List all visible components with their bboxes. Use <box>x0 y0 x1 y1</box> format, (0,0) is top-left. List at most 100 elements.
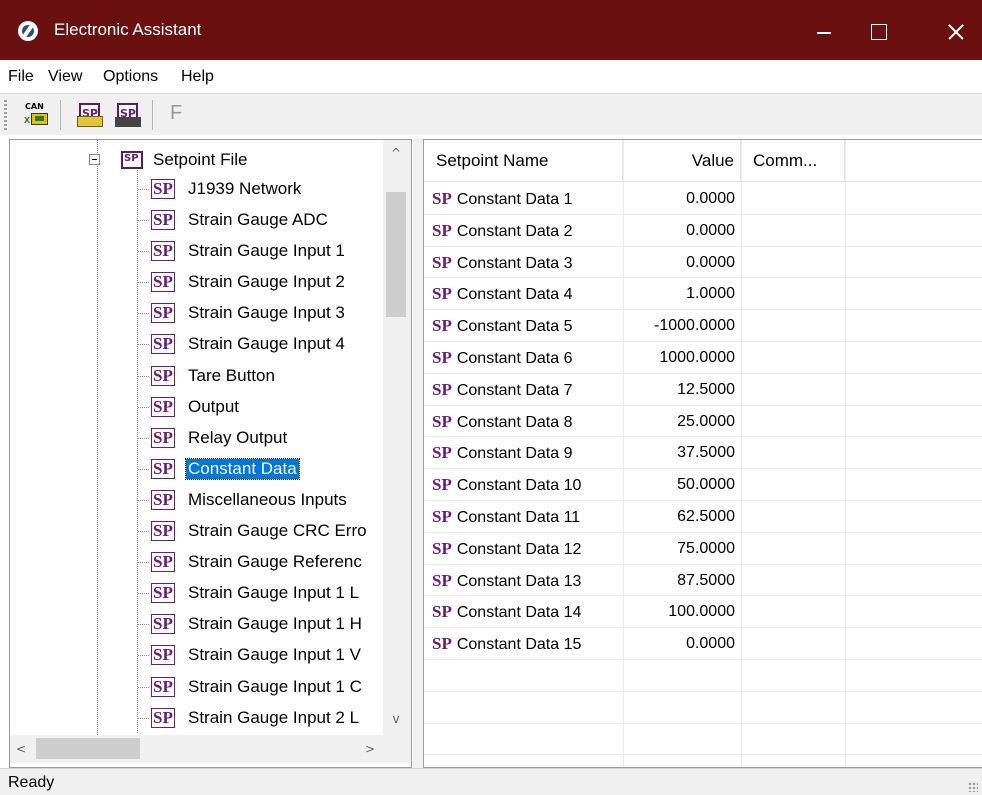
collapse-toggle-icon[interactable] <box>89 154 100 165</box>
table-row[interactable]: SP Constant Data 9 37.5000 <box>424 437 982 470</box>
setpoint-icon: SP <box>432 506 452 526</box>
menu-view[interactable]: View <box>48 68 82 86</box>
tree-item[interactable]: SP Strain Gauge Input 3 <box>138 299 398 330</box>
tree-item-label: Strain Gauge Input 4 <box>188 334 345 354</box>
table-row[interactable]: SP Constant Data 12 75.0000 <box>424 533 982 565</box>
column-header-setpoint-name[interactable]: Setpoint Name <box>424 140 623 182</box>
setpoint-value-cell: 62.5000 <box>677 507 735 525</box>
setpoint-icon: SP <box>151 396 175 417</box>
column-header-value[interactable]: Value <box>623 140 741 182</box>
setpoint-icon: SP <box>432 443 452 463</box>
setpoint-name: Constant Data 1 <box>456 191 573 208</box>
setpoint-icon: SP <box>432 379 452 399</box>
toolbar-grip[interactable] <box>4 100 7 130</box>
tree-item[interactable]: SP Output <box>138 393 398 424</box>
empty-row <box>424 724 982 756</box>
pane-splitter[interactable] <box>413 139 423 768</box>
flash-button[interactable]: F <box>170 102 198 130</box>
scrollbar-corner <box>383 735 411 763</box>
tree-horizontal-scroll-thumb[interactable] <box>36 738 140 759</box>
scroll-down-arrow-icon[interactable]: v <box>389 712 403 726</box>
scroll-left-arrow-icon[interactable]: < <box>14 741 28 757</box>
tree-item[interactable]: SP Relay Output <box>138 424 398 455</box>
setpoint-name-cell: SP Constant Data 12 <box>432 533 622 564</box>
table-row[interactable]: SP Constant Data 5 -1000.0000 <box>424 310 982 342</box>
menu-bar: File View Options Help <box>0 60 982 93</box>
status-bar: Ready <box>0 768 982 795</box>
menu-options[interactable]: Options <box>103 68 158 86</box>
minimize-button[interactable] <box>795 0 851 60</box>
open-setpoint-button[interactable]: SP <box>77 101 103 127</box>
save-setpoint-button[interactable]: SP <box>115 101 141 127</box>
tree-item[interactable]: SP Strain Gauge ADC <box>138 206 398 237</box>
setpoint-icon: SP <box>432 475 452 495</box>
table-row[interactable]: SP Constant Data 7 12.5000 <box>424 374 982 406</box>
scroll-right-arrow-icon[interactable]: > <box>363 741 377 757</box>
tree-item-label: Output <box>188 396 240 416</box>
open-folder-icon <box>77 116 103 127</box>
maximize-button[interactable] <box>850 0 906 60</box>
tree-item-label: Strain Gauge Input 1 V <box>188 645 361 665</box>
tree-item-label: Strain Gauge Input 1 H <box>188 614 362 634</box>
setpoint-icon: SP <box>432 316 452 336</box>
table-row[interactable]: SP Constant Data 10 50.0000 <box>424 469 982 501</box>
tree-item[interactable]: SP Strain Gauge Input 1 V <box>138 641 398 672</box>
tree-item[interactable]: SP Strain Gauge Input 1 L <box>138 579 398 610</box>
setpoint-value-cell: 50.0000 <box>677 476 735 494</box>
close-button[interactable] <box>926 0 982 60</box>
column-header-comment[interactable]: Comm... <box>741 140 845 182</box>
setpoint-value-cell: 0.0000 <box>686 221 735 239</box>
can-connect-button[interactable]: CAN x <box>22 101 50 129</box>
table-row[interactable]: SP Constant Data 8 25.0000 <box>424 406 982 438</box>
tree-item[interactable]: SP Strain Gauge Input 1 H <box>138 610 398 641</box>
tree-item[interactable]: SP Strain Gauge Input 1 <box>138 237 398 268</box>
table-row[interactable]: SP Constant Data 13 87.5000 <box>424 565 982 597</box>
tree-item[interactable]: SP Strain Gauge Input 2 <box>138 268 398 299</box>
menu-file[interactable]: File <box>8 68 34 86</box>
table-row[interactable]: SP Constant Data 14 100.0000 <box>424 596 982 629</box>
table-row[interactable]: SP Constant Data 2 0.0000 <box>424 215 982 247</box>
menu-help[interactable]: Help <box>181 68 214 86</box>
table-row[interactable]: SP Constant Data 15 0.0000 <box>424 628 982 660</box>
setpoint-icon: SP <box>151 583 175 604</box>
tree-item[interactable]: SP Strain Gauge Input 4 <box>138 330 398 361</box>
resize-grip-icon[interactable] <box>968 782 978 792</box>
tree-item[interactable]: SP Strain Gauge Input 1 C <box>138 673 398 704</box>
can-icon-mark: x <box>24 114 31 126</box>
table-row[interactable]: SP Constant Data 4 1.0000 <box>424 278 982 311</box>
tree-item[interactable]: SP Constant Data <box>138 455 398 486</box>
tree-item-list: SP J1939 Network SP Strain Gauge ADC SP Strai… <box>138 175 398 735</box>
tree-item-label: Strain Gauge Input 1 <box>188 241 345 261</box>
tree-item[interactable]: SP Strain Gauge Input 2 L <box>138 704 398 735</box>
setpoint-tree[interactable]: SP Setpoint File SP J1939 Network SP Strain… <box>9 139 412 768</box>
app-icon[interactable] <box>18 21 38 41</box>
tree-vertical-scroll-thumb[interactable] <box>386 192 406 317</box>
tree-item[interactable]: SP Tare Button <box>138 362 398 393</box>
setpoint-icon: SP <box>432 189 452 208</box>
setpoint-name: Constant Data 15 <box>456 636 582 654</box>
setpoint-icon: SP <box>151 303 175 324</box>
setpoint-list[interactable]: Setpoint Name Value Comm... SP Constant D… <box>423 139 982 768</box>
table-row[interactable]: SP Constant Data 3 0.0000 <box>424 247 982 279</box>
tree-item-label: Strain Gauge Input 2 <box>188 272 345 292</box>
setpoint-file-icon: SP <box>121 151 143 169</box>
setpoint-icon: SP <box>151 272 175 293</box>
table-row[interactable]: SP Constant Data 1 0.0000 <box>424 183 982 215</box>
setpoint-icon: SP <box>432 602 452 622</box>
tree-item[interactable]: SP J1939 Network <box>138 175 398 206</box>
setpoint-name-cell: SP Constant Data 11 <box>432 501 622 532</box>
table-row[interactable]: SP Constant Data 11 62.5000 <box>424 501 982 533</box>
setpoint-icon: SP <box>432 284 452 304</box>
setpoint-name: Constant Data 9 <box>456 445 573 463</box>
tree-item[interactable]: SP Strain Gauge CRC Erro <box>138 517 398 548</box>
tree-item-label: Strain Gauge Input 1 C <box>188 676 362 696</box>
table-row[interactable]: SP Constant Data 6 1000.0000 <box>424 342 982 374</box>
tree-item[interactable]: SP Strain Gauge Referenc <box>138 548 398 579</box>
scroll-up-arrow-icon[interactable]: ^ <box>389 146 403 160</box>
setpoint-icon: SP <box>151 241 175 262</box>
tree-item[interactable]: SP Miscellaneous Inputs <box>138 486 398 517</box>
setpoint-icon: SP <box>151 179 175 199</box>
setpoint-name-cell: SP Constant Data 3 <box>432 247 622 278</box>
setpoint-value-cell: 87.5000 <box>677 571 735 589</box>
tree-root-setpoint-file[interactable]: SP Setpoint File <box>89 150 389 174</box>
